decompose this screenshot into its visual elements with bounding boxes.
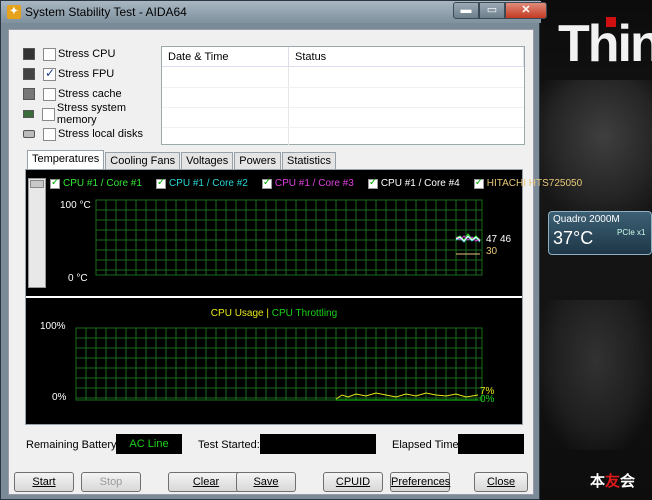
stress-cpu-option[interactable]: Stress CPU bbox=[23, 46, 163, 62]
stress-memory-label: Stress system memory bbox=[56, 102, 126, 126]
tab-voltages[interactable]: Voltages bbox=[181, 152, 234, 169]
log-row-divider bbox=[162, 107, 524, 108]
thinkpad-red-dot bbox=[606, 17, 616, 27]
watermark-part-1: 本 bbox=[590, 473, 606, 490]
stress-disks-option[interactable]: Stress local disks bbox=[23, 126, 163, 142]
start-button[interactable]: Start bbox=[14, 472, 74, 492]
temperature-grid bbox=[95, 199, 483, 276]
test-started-label: Test Started: bbox=[198, 439, 260, 451]
cpu-axis-max: 100% bbox=[40, 321, 66, 332]
temp-axis-max: 100 °C bbox=[60, 200, 91, 211]
tab-powers[interactable]: Powers bbox=[234, 152, 281, 169]
status-log-table[interactable]: Date & Time Status bbox=[161, 46, 525, 145]
stress-cache-option[interactable]: Stress cache bbox=[23, 86, 163, 102]
gpu-temp-gadget[interactable]: Quadro 2000M 37°C PCIe x1 bbox=[548, 211, 652, 255]
save-button[interactable]: Save bbox=[236, 472, 296, 492]
cpu-icon bbox=[23, 48, 35, 60]
column-date-time[interactable]: Date & Time bbox=[162, 47, 289, 66]
watermark-part-3: 会 bbox=[620, 473, 636, 490]
close-button[interactable]: Close bbox=[474, 472, 528, 492]
battery-value: AC Line bbox=[116, 434, 182, 454]
test-started-value bbox=[260, 434, 376, 454]
cpu-throttle-reading: 0% bbox=[480, 394, 495, 405]
temp-reading-2: 46 bbox=[500, 234, 512, 245]
log-row-divider bbox=[162, 87, 524, 88]
watermark-part-2: 友 bbox=[605, 473, 621, 490]
minimize-button[interactable]: ▬ bbox=[453, 2, 479, 19]
stress-fpu-option[interactable]: ✓ Stress FPU bbox=[23, 66, 163, 82]
gadget-gpu-name: Quadro 2000M bbox=[553, 214, 620, 225]
aida64-flame-icon: ✦ bbox=[7, 5, 21, 19]
fpu-icon bbox=[23, 68, 35, 80]
status-bar: Remaining Battery: AC Line Test Started:… bbox=[26, 434, 526, 456]
stress-cache-label: Stress cache bbox=[58, 88, 122, 100]
stress-fpu-checkbox[interactable]: ✓ bbox=[43, 65, 56, 81]
temp-grid-border bbox=[95, 199, 483, 276]
world-map-graphic bbox=[530, 80, 652, 220]
tab-cooling-fans[interactable]: Cooling Fans bbox=[105, 152, 181, 169]
thinkpad-wallpaper-logo: Think bbox=[558, 15, 652, 73]
sensor-tabs: Temperatures Cooling Fans Voltages Power… bbox=[27, 150, 337, 169]
stress-cpu-label: Stress CPU bbox=[58, 48, 116, 60]
elapsed-time-label: Elapsed Time: bbox=[392, 439, 462, 451]
temp-reading-3: 30 bbox=[486, 246, 498, 257]
stress-cache-checkbox[interactable] bbox=[43, 87, 56, 101]
watermark-logo: 本友会 bbox=[590, 470, 646, 492]
checkmark-icon: ✓ bbox=[45, 65, 56, 80]
stress-disks-checkbox[interactable] bbox=[43, 127, 56, 141]
stress-memory-option[interactable]: Stress system memory bbox=[23, 102, 163, 126]
window-controls: ▬ ▭ ✕ bbox=[453, 2, 547, 19]
world-map-graphic-lower bbox=[540, 300, 652, 450]
disk-icon bbox=[23, 130, 35, 138]
stress-fpu-label: Stress FPU bbox=[58, 68, 115, 80]
stress-cpu-checkbox[interactable] bbox=[43, 47, 56, 61]
cpu-usage-graph: CPU Usage | CPU Throttling 100% 0% 7% 0% bbox=[26, 298, 522, 424]
cpu-usage-grid bbox=[75, 327, 483, 401]
cpu-grid-border bbox=[75, 327, 483, 401]
title-bar[interactable]: ✦ System Stability Test - AIDA64 ▬ ▭ ✕ bbox=[1, 1, 547, 23]
window-client-area: Stress CPU ✓ Stress FPU Stress cache Str… bbox=[8, 29, 582, 495]
temp-reading-1: 47 bbox=[486, 234, 498, 245]
temp-axis-min: 0 °C bbox=[68, 273, 88, 284]
tab-temperatures[interactable]: Temperatures bbox=[27, 150, 105, 169]
battery-label: Remaining Battery: bbox=[26, 439, 120, 451]
column-status[interactable]: Status bbox=[289, 47, 524, 66]
log-table-body bbox=[162, 67, 524, 145]
stress-memory-checkbox[interactable] bbox=[42, 107, 55, 121]
close-window-button[interactable]: ✕ bbox=[505, 2, 547, 19]
elapsed-time-value bbox=[458, 434, 524, 454]
stress-disks-label: Stress local disks bbox=[58, 128, 143, 140]
log-row-divider bbox=[162, 127, 524, 128]
clear-button[interactable]: Clear bbox=[168, 472, 244, 492]
cpuid-button[interactable]: CPUID bbox=[323, 472, 383, 492]
memory-icon bbox=[23, 110, 35, 118]
maximize-button[interactable]: ▭ bbox=[479, 2, 505, 19]
gadget-gpu-temp: 37°C bbox=[553, 228, 594, 248]
log-column-divider bbox=[288, 67, 289, 145]
stop-button[interactable]: Stop bbox=[81, 472, 141, 492]
cache-icon bbox=[23, 88, 35, 100]
temperature-graph: ✓ CPU #1 / Core #1 ✓ CPU #1 / Core #2 ✓ … bbox=[26, 170, 582, 296]
log-table-header: Date & Time Status bbox=[162, 47, 524, 67]
tab-statistics[interactable]: Statistics bbox=[281, 152, 336, 169]
aida64-stability-window: ✦ System Stability Test - AIDA64 ▬ ▭ ✕ S… bbox=[0, 0, 582, 500]
window-title: System Stability Test - AIDA64 bbox=[25, 5, 187, 19]
preferences-button[interactable]: Preferences bbox=[390, 472, 450, 492]
gadget-gpu-bus: PCIe x1 bbox=[617, 228, 646, 237]
cpu-axis-min: 0% bbox=[52, 392, 67, 403]
